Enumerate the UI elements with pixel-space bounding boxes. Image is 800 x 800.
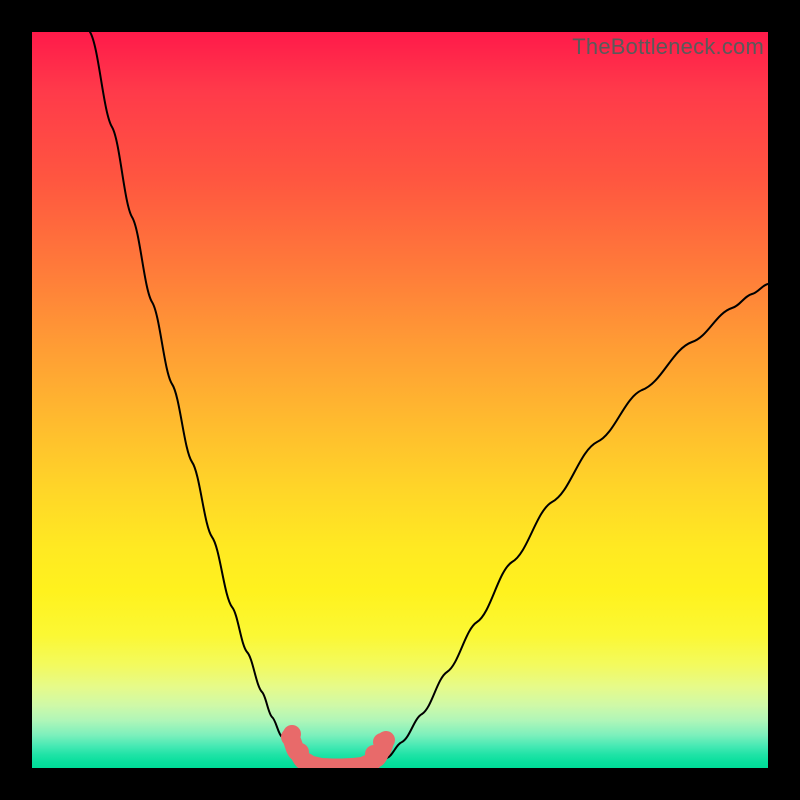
valley-dot — [373, 733, 391, 751]
valley-dot — [291, 743, 309, 761]
valley-dot — [283, 725, 301, 743]
plot-area — [32, 32, 768, 768]
watermark-text: TheBottleneck.com — [572, 34, 764, 60]
chart-svg — [32, 32, 768, 768]
chart-frame: TheBottleneck.com — [0, 0, 800, 800]
right-curve — [377, 284, 768, 766]
left-curve — [90, 32, 304, 766]
